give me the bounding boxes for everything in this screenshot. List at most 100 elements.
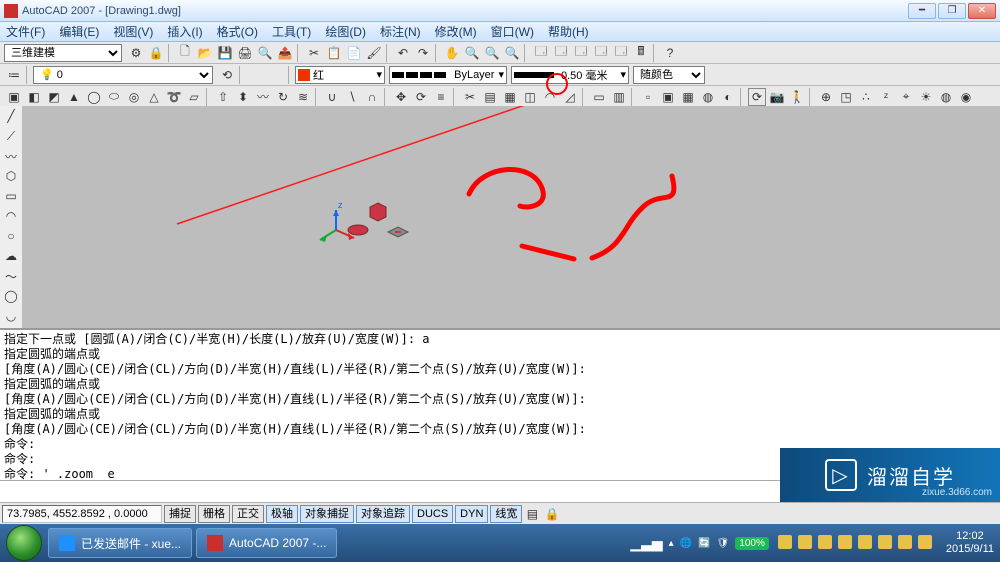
walk-icon[interactable]: 🚶 [788,88,806,106]
tray-expand-icon[interactable]: ▴ [669,538,674,549]
presspull-icon[interactable]: ⬍ [234,88,252,106]
ucs-3point-icon[interactable]: ∴ [857,88,875,106]
sweep-icon[interactable]: 〰 [254,88,272,106]
status-otrack-button[interactable]: 对象追踪 [356,505,410,523]
save-icon[interactable]: 💾 [216,44,234,62]
taskbar-item-mail[interactable]: 已发送邮件 - xue... [48,528,192,558]
minimize-button[interactable]: ━ [908,3,936,19]
menu-view[interactable]: 视图(V) [113,23,153,40]
loft-icon[interactable]: ≋ [294,88,312,106]
planar-surface-icon[interactable]: ▱ [185,88,203,106]
publish-icon[interactable]: 📤 [276,44,294,62]
quickcalc-icon[interactable]: 🖩 [632,44,650,62]
menu-tools[interactable]: 工具(T) [272,23,311,40]
redo-icon[interactable]: ↷ [414,44,432,62]
3drotate-icon[interactable]: ⟳ [412,88,430,106]
subtract-icon[interactable]: ∖ [343,88,361,106]
linetype-combo[interactable]: ByLayer ▾ [389,66,507,84]
3dalign-icon[interactable]: ≡ [432,88,450,106]
status-dyn-button[interactable]: DYN [455,505,488,523]
status-osnap-button[interactable]: 对象捕捉 [300,505,354,523]
camera-icon[interactable]: 📷 [768,88,786,106]
copy-icon[interactable]: 📋 [325,44,343,62]
zoom-realtime-icon[interactable]: 🔍 [463,44,481,62]
slice-icon[interactable]: ✂ [461,88,479,106]
light-icon[interactable]: ☀ [917,88,935,106]
ucs-world-icon[interactable]: ⊕ [817,88,835,106]
status-ortho-button[interactable]: 正交 [232,505,264,523]
polygon-icon[interactable]: ⬡ [1,166,21,186]
maximize-button[interactable]: ❐ [938,3,966,19]
menu-window[interactable]: 窗口(W) [491,23,534,40]
menu-modify[interactable]: 修改(M) [435,23,477,40]
flatshot-icon[interactable]: ▭ [590,88,608,106]
visual-style-hidden-icon[interactable]: ▦ [679,88,697,106]
construction-line-icon[interactable]: ⟋ [1,126,21,146]
system-tray[interactable]: ▁▃▅ ▴ 🌐 🔄 🛡 100% 12:02 2015/9/11 [627,530,1000,556]
cone-icon[interactable]: ▲ [65,88,83,106]
visual-style-real-icon[interactable]: ◍ [699,88,717,106]
render-icon[interactable]: ◉ [957,88,975,106]
color-combo[interactable]: 红 ▾ [295,66,385,84]
paste-icon[interactable]: 📄 [345,44,363,62]
menu-insert[interactable]: 插入(I) [167,23,202,40]
thicken-icon[interactable]: ▦ [501,88,519,106]
status-polar-button[interactable]: 极轴 [266,505,298,523]
cut-icon[interactable]: ✂ [305,44,323,62]
workspace-settings-icon[interactable]: ⚙ [127,44,145,62]
imprint-icon[interactable]: ◫ [521,88,539,106]
tray-globe-icon[interactable]: 🌐 [680,538,692,549]
zoom-previous-icon[interactable]: 🔍 [503,44,521,62]
ucs-face-icon[interactable]: ◳ [837,88,855,106]
status-lock-icon[interactable]: 🔒 [543,505,561,523]
wedge-icon[interactable]: ◩ [45,88,63,106]
status-snap-button[interactable]: 捕捉 [164,505,196,523]
line-icon[interactable]: ╱ [1,106,21,126]
extrude-icon[interactable]: ⇧ [214,88,232,106]
status-lwt-button[interactable]: 线宽 [490,505,522,523]
print-icon[interactable]: 🖨 [236,44,254,62]
circle-icon[interactable]: ○ [1,226,21,246]
visual-style-2d-icon[interactable]: ▫ [639,88,657,106]
section-icon[interactable]: ▤ [481,88,499,106]
visual-style-3d-wire-icon[interactable]: ▣ [659,88,677,106]
dyn-ucs-icon[interactable]: ⌖ [897,88,915,106]
menu-draw[interactable]: 绘图(D) [325,23,366,40]
lineweight-combo[interactable]: 0.50 毫米 ▾ [511,66,629,84]
revision-cloud-icon[interactable]: ☁ [1,246,21,266]
menu-format[interactable]: 格式(O) [217,23,258,40]
box-icon[interactable]: ◧ [25,88,43,106]
tray-misc-icons[interactable] [775,535,935,552]
materials-icon[interactable]: ◍ [937,88,955,106]
ellipse-icon[interactable]: ◯ [1,286,21,306]
polysolid-icon[interactable]: ▣ [5,88,23,106]
menu-dimension[interactable]: 标注(N) [380,23,421,40]
tray-network-icon[interactable]: ▁▃▅ [630,535,662,552]
open-file-icon[interactable]: 📂 [196,44,214,62]
spline-icon[interactable]: 〜 [1,266,21,286]
menu-edit[interactable]: 编辑(E) [59,23,99,40]
ucs-z-icon[interactable]: ᶻ [877,88,895,106]
zoom-window-icon[interactable]: 🔍 [483,44,501,62]
helix-icon[interactable]: ➰ [165,88,183,106]
menu-help[interactable]: 帮助(H) [548,23,589,40]
cylinder-icon[interactable]: ⬭ [105,88,123,106]
workspace-combo[interactable]: 三维建模 [4,44,122,62]
pan-icon[interactable]: ✋ [443,44,461,62]
union-icon[interactable]: ∪ [323,88,341,106]
undo-icon[interactable]: ↶ [394,44,412,62]
tray-shield-icon[interactable]: 🛡 [717,538,730,549]
menu-file[interactable]: 文件(F) [6,23,45,40]
visual-style-concept-icon[interactable]: ◐ [719,88,737,106]
tool-palettes-icon[interactable]: 🗔 [572,44,590,62]
close-button[interactable]: ✕ [968,3,996,19]
layer-previous-icon[interactable]: ⟲ [218,66,236,84]
drawing-area[interactable]: z [22,106,1000,328]
workspace-lock-icon[interactable]: 🔒 [147,44,165,62]
sphere-icon[interactable]: ◯ [85,88,103,106]
status-ducs-button[interactable]: DUCS [412,505,453,523]
start-button[interactable] [6,525,42,561]
pyramid-icon[interactable]: △ [145,88,163,106]
properties-icon[interactable]: 🗔 [532,44,550,62]
match-prop-icon[interactable]: 🖌 [365,44,383,62]
